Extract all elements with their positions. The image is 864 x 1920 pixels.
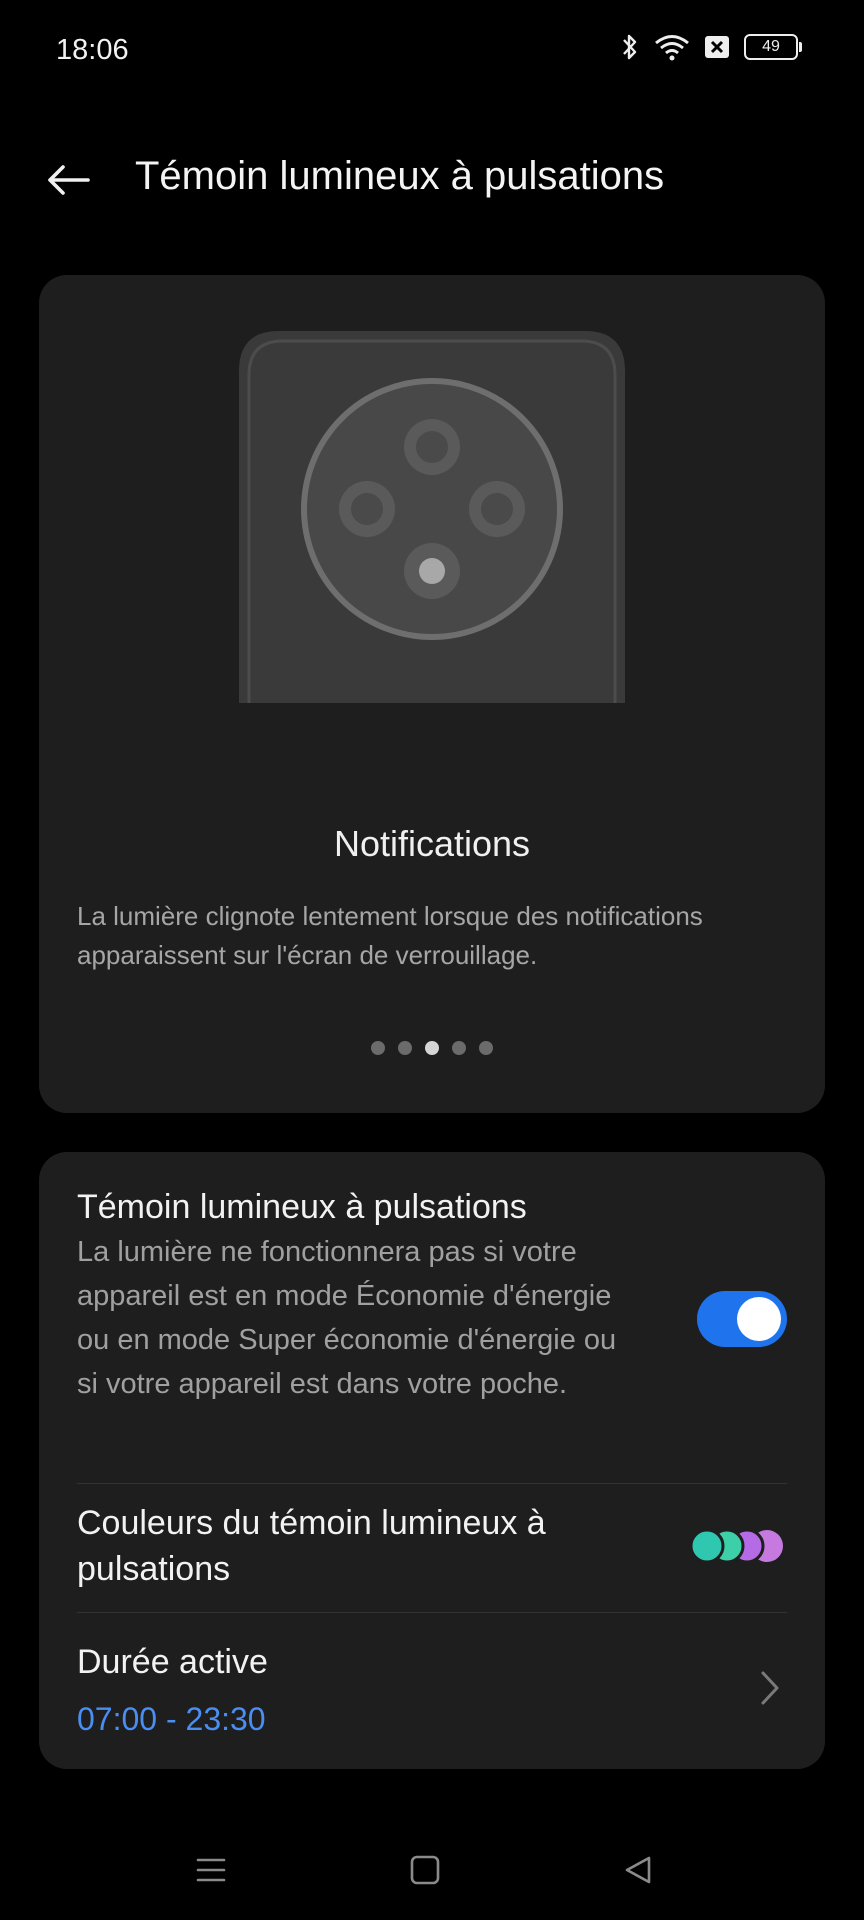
header: Témoin lumineux à pulsations xyxy=(0,140,864,230)
page-dot[interactable] xyxy=(398,1041,412,1055)
slide-description: La lumière clignote lentement lorsque de… xyxy=(77,901,703,970)
menu-icon xyxy=(196,1858,226,1882)
back-button[interactable] xyxy=(40,152,96,208)
battery-icon: 49 xyxy=(744,34,802,60)
nav-back-button[interactable] xyxy=(616,1848,660,1892)
page-title: Témoin lumineux à pulsations xyxy=(135,154,665,198)
pulse-light-description: La lumière ne fonctionnera pas si votre … xyxy=(77,1236,617,1400)
pulse-light-toggle[interactable] xyxy=(697,1291,787,1347)
page-indicator xyxy=(39,1041,825,1055)
pulse-light-title: Témoin lumineux à pulsations xyxy=(77,1188,527,1226)
divider xyxy=(77,1483,787,1484)
home-button[interactable] xyxy=(403,1848,447,1892)
page-dot[interactable] xyxy=(479,1041,493,1055)
page-dot[interactable] xyxy=(371,1041,385,1055)
status-time: 18:06 xyxy=(56,34,129,66)
phone-camera-illustration xyxy=(239,331,625,703)
wifi-icon xyxy=(655,35,689,61)
system-navigation-bar xyxy=(0,1820,864,1920)
back-icon xyxy=(625,1856,651,1884)
active-duration-title: Durée active xyxy=(77,1643,268,1681)
chevron-right-icon[interactable] xyxy=(759,1670,781,1706)
battery-level: 49 xyxy=(762,38,780,55)
light-colors-title: Couleurs du témoin lumineux à pulsations xyxy=(77,1504,546,1588)
menu-button[interactable] xyxy=(189,1848,233,1892)
back-arrow-icon xyxy=(48,165,90,195)
settings-card: Témoin lumineux à pulsations La lumière … xyxy=(39,1152,825,1769)
home-icon xyxy=(410,1855,440,1885)
preview-carousel[interactable]: Notifications La lumière clignote lentem… xyxy=(39,275,825,1113)
active-duration-setting[interactable]: Durée active 07:00 - 23:30 xyxy=(77,1639,787,1741)
page-dot[interactable] xyxy=(452,1041,466,1055)
bluetooth-icon xyxy=(623,34,637,60)
light-colors-setting[interactable]: Couleurs du témoin lumineux à pulsations xyxy=(77,1500,657,1592)
status-icons: 49 xyxy=(620,32,802,62)
divider xyxy=(77,1612,787,1613)
pulse-light-setting[interactable]: Témoin lumineux à pulsations La lumière … xyxy=(77,1184,637,1406)
toggle-knob xyxy=(737,1297,781,1341)
color-swatches[interactable] xyxy=(673,1528,785,1564)
slide-title: Notifications xyxy=(333,823,531,864)
status-bar: 18:06 49 xyxy=(0,0,864,100)
no-sim-icon xyxy=(705,36,729,58)
page-dot-active[interactable] xyxy=(425,1041,439,1055)
active-duration-value: 07:00 - 23:30 xyxy=(77,1701,266,1737)
